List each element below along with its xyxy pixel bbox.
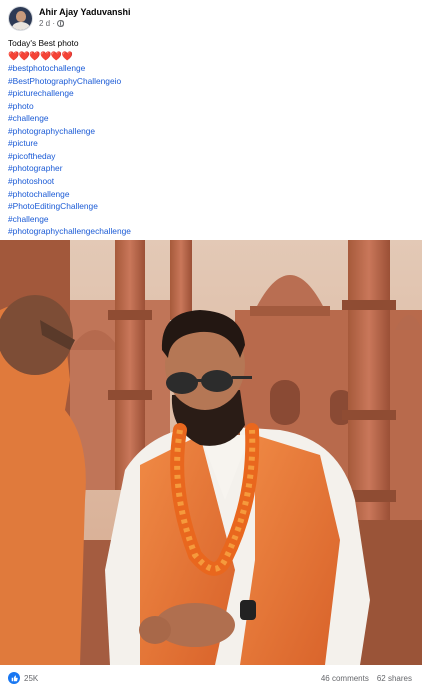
- time-label[interactable]: 2 d ·: [39, 18, 55, 29]
- author-name[interactable]: Ahir Ajay Yaduvanshi: [39, 7, 131, 18]
- hashtag-link[interactable]: #challenge: [8, 213, 131, 226]
- hashtag-link[interactable]: #challenge: [8, 112, 131, 125]
- engagement-stats: 46 comments 62 shares: [321, 674, 412, 683]
- post-caption: Today's Best photo: [8, 38, 79, 48]
- post-timestamp[interactable]: 2 d ·: [39, 18, 131, 29]
- hashtag-link[interactable]: #picoftheday: [8, 150, 131, 163]
- hashtag-link[interactable]: #photochallenge: [8, 188, 131, 201]
- like-reaction-icon[interactable]: [8, 672, 20, 684]
- hashtag-link[interactable]: #photographychallengechallenge: [8, 225, 131, 238]
- photo-illustration: [0, 240, 422, 665]
- hashtag-link[interactable]: #PhotoEditingChallenge: [8, 200, 131, 213]
- shares-count[interactable]: 62 shares: [377, 674, 412, 683]
- reaction-count[interactable]: 25K: [24, 674, 38, 683]
- post-header: Ahir Ajay Yaduvanshi 2 d ·: [8, 5, 131, 31]
- author-avatar[interactable]: [8, 5, 33, 31]
- post-text: Today's Best photo ❤️❤️❤️❤️❤️❤️ #bestpho…: [8, 37, 131, 238]
- comments-count[interactable]: 46 comments: [321, 674, 369, 683]
- hashtag-link[interactable]: #picture: [8, 137, 131, 150]
- hashtag-link[interactable]: #photographer: [8, 162, 131, 175]
- post-footer: 25K 46 comments 62 shares: [0, 668, 422, 688]
- hashtag-link[interactable]: #photoshoot: [8, 175, 131, 188]
- hashtag-link[interactable]: #bestphotochallenge: [8, 62, 131, 75]
- hashtag-link[interactable]: #photo: [8, 100, 131, 113]
- hearts-emoji: ❤️❤️❤️❤️❤️❤️: [8, 50, 73, 61]
- globe-icon: [57, 20, 65, 27]
- post-meta: Ahir Ajay Yaduvanshi 2 d ·: [39, 7, 131, 29]
- post-photo[interactable]: [0, 240, 422, 665]
- hashtag-link[interactable]: #photographychallenge: [8, 125, 131, 138]
- hashtag-link[interactable]: #BestPhotographyChallengeio: [8, 75, 131, 88]
- hashtag-link[interactable]: #picturechallenge: [8, 87, 131, 100]
